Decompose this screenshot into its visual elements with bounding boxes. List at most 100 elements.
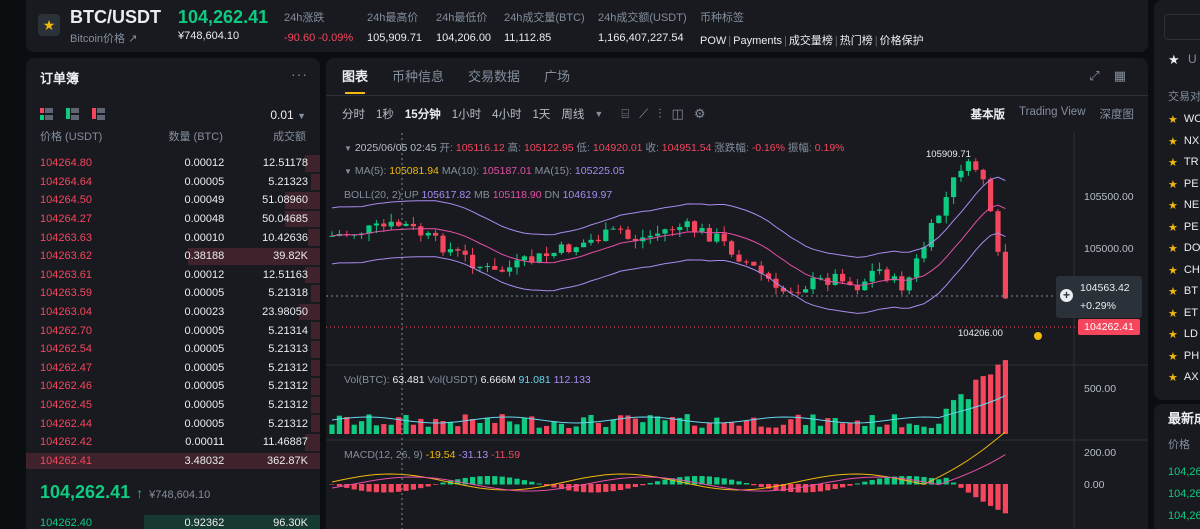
mode-bids-icon[interactable]: [66, 108, 79, 120]
row-amount: 0.00005: [184, 175, 225, 188]
market-symbol: BT: [1183, 285, 1198, 297]
star-icon[interactable]: ★: [1168, 135, 1178, 148]
volume-bar: [1002, 360, 1008, 434]
order-book-row[interactable]: 104263.59 0.00005 5.21318: [26, 284, 320, 303]
volume-bar: [847, 422, 853, 434]
row-price: 104264.80: [40, 157, 92, 170]
favorite-star-icon[interactable]: ★: [38, 14, 60, 36]
order-book-row[interactable]: 104263.04 0.00023 23.98050: [26, 303, 320, 322]
candle-body: [618, 228, 624, 230]
macd-bar: [499, 476, 505, 485]
market-list-item[interactable]: ★ DO: [1168, 242, 1200, 255]
market-list-item[interactable]: ★ NX: [1168, 135, 1199, 148]
order-book-row[interactable]: 104262.70 0.00005 5.21314: [26, 321, 320, 340]
more-icon[interactable]: ···: [291, 66, 308, 82]
stat-label: 24h成交额(USDT): [598, 12, 687, 24]
market-tab-u[interactable]: U: [1188, 52, 1197, 66]
star-icon[interactable]: ★: [1168, 264, 1178, 277]
market-list-item[interactable]: ★ CH: [1168, 264, 1200, 277]
star-icon[interactable]: ★: [1168, 156, 1178, 169]
star-icon[interactable]: ★: [1168, 328, 1178, 341]
order-book-row[interactable]: 104264.80 0.00012 12.51178: [26, 154, 320, 173]
candle-body: [514, 260, 520, 268]
candle-body: [810, 277, 816, 290]
tag-link[interactable]: 价格保护: [880, 35, 924, 47]
mode-both-icon[interactable]: [40, 108, 53, 120]
star-icon[interactable]: ★: [1168, 178, 1178, 191]
tag-link[interactable]: Payments: [733, 35, 782, 47]
mode-asks-icon[interactable]: [92, 108, 105, 120]
candle-body: [995, 211, 1001, 252]
macd-bar: [788, 484, 794, 492]
row-amount: 0.00012: [184, 157, 225, 170]
order-book-row[interactable]: 104263.63 0.00010 10.42636: [26, 228, 320, 247]
market-list-item[interactable]: ★ PE: [1168, 221, 1199, 234]
market-list-item[interactable]: ★ WO: [1168, 113, 1200, 126]
order-book-row[interactable]: 104262.46 0.00005 5.21312: [26, 377, 320, 396]
order-book-row[interactable]: 104262.47 0.00005 5.21312: [26, 359, 320, 378]
favorites-star-icon[interactable]: ★: [1168, 52, 1180, 68]
order-book-row[interactable]: 104262.54 0.00005 5.21313: [26, 340, 320, 359]
market-symbol: NX: [1183, 134, 1200, 147]
market-list-item[interactable]: ★ PH: [1168, 350, 1199, 363]
candle-body: [951, 177, 957, 198]
volume-bar: [632, 418, 638, 434]
market-list-header: 交易对: [1168, 91, 1200, 103]
macd-bar: [403, 484, 409, 491]
symbol-subname-link[interactable]: Bitcoin价格 ↗: [70, 30, 137, 46]
candle-body: [410, 223, 416, 227]
volume-bar: [965, 399, 971, 434]
order-book-row[interactable]: 104262.40 0.92362 96.30K: [26, 514, 320, 529]
star-icon[interactable]: ★: [1168, 113, 1178, 126]
macd-bar: [329, 484, 335, 485]
order-book-row[interactable]: 104264.27 0.00048 50.04685: [26, 210, 320, 229]
order-book-row[interactable]: 104262.41 3.48032 362.87K: [26, 452, 320, 471]
latest-trade-price: 104,26: [1168, 510, 1200, 522]
tag-link[interactable]: 成交量榜: [789, 35, 833, 47]
row-total: 5.21323: [268, 175, 308, 188]
volume-bar: [832, 418, 838, 434]
order-book-row[interactable]: 104262.44 0.00005 5.21312: [26, 414, 320, 433]
row-total: 5.21313: [268, 343, 308, 356]
market-list-item[interactable]: ★ LD: [1168, 328, 1198, 341]
candle-body: [551, 252, 557, 257]
search-input[interactable]: [1164, 14, 1200, 40]
macd-bar: [958, 484, 964, 488]
macd-bar: [840, 484, 846, 488]
macd-bar: [514, 478, 520, 485]
symbol-name[interactable]: BTC/USDT: [70, 7, 161, 28]
market-list-item[interactable]: ★ ET: [1168, 307, 1198, 320]
star-icon[interactable]: ★: [1168, 285, 1178, 298]
macd-tick-label: 0.00: [1084, 479, 1105, 491]
candle-body: [958, 170, 964, 178]
star-icon[interactable]: ★: [1168, 199, 1178, 212]
candle-body: [736, 254, 742, 262]
market-list-item[interactable]: ★ NE: [1168, 199, 1199, 212]
volume-bar: [581, 417, 587, 434]
order-book-row[interactable]: 104264.50 0.00049 51.08960: [26, 191, 320, 210]
market-list-item[interactable]: ★ PE: [1168, 178, 1199, 191]
star-icon[interactable]: ★: [1168, 221, 1178, 234]
tag-link[interactable]: POW: [700, 35, 726, 47]
order-book-row[interactable]: 104263.62 0.38188 39.82K: [26, 247, 320, 266]
star-icon[interactable]: ★: [1168, 350, 1178, 363]
order-book-row[interactable]: 104264.64 0.00005 5.21323: [26, 173, 320, 192]
market-list-item[interactable]: ★ AX: [1168, 371, 1199, 384]
order-book-row[interactable]: 104262.45 0.00005 5.21312: [26, 396, 320, 415]
add-order-plus-icon[interactable]: +: [1060, 289, 1073, 302]
precision-select[interactable]: 0.01 ▼: [270, 108, 306, 122]
row-amount: 0.92362: [184, 517, 225, 529]
volume-bar: [803, 425, 809, 434]
star-icon[interactable]: ★: [1168, 242, 1178, 255]
market-list-item[interactable]: ★ TR: [1168, 156, 1199, 169]
macd-dif: -19.54: [425, 449, 456, 461]
macd-bar: [662, 479, 668, 485]
star-icon[interactable]: ★: [1168, 307, 1178, 320]
star-icon[interactable]: ★: [1168, 371, 1178, 384]
arrow-up-icon: ↑: [136, 485, 144, 501]
vol-usdt-value: 6.666M: [480, 374, 516, 386]
order-book-row[interactable]: 104262.42 0.00011 11.46887: [26, 433, 320, 452]
market-list-item[interactable]: ★ BT: [1168, 285, 1198, 298]
order-book-row[interactable]: 104263.61 0.00012 12.51163: [26, 266, 320, 285]
tag-link[interactable]: 热门榜: [840, 35, 873, 47]
